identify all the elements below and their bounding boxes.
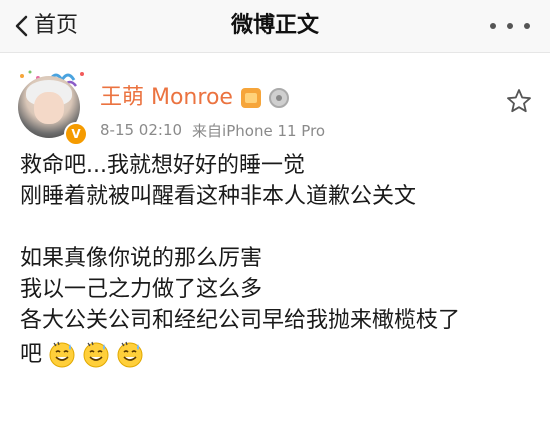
post-text-line: 我以一己之力做了这么多 [20,277,263,302]
weibo-post-page: 首页 微博正文 V 王萌 Monroe 8-15 02:10 来自iPhone … [0,0,550,421]
post-source: 来自iPhone 11 Pro [192,121,326,140]
post-meta: 8-15 02:10 来自iPhone 11 Pro [100,120,325,140]
post-text-line: 各大公关公司和经纪公司早给我抛来橄榄枝了 [20,308,461,333]
post-last-line: 吧 [20,336,535,372]
username-link[interactable]: 王萌 Monroe [100,84,233,112]
sweat-smile-emoji-icon [83,341,109,368]
avatar-container[interactable]: V [14,66,88,146]
dot-icon [524,23,530,29]
sweat-smile-emoji-icon [49,341,75,368]
page-title: 微博正文 [230,13,319,38]
dot-icon [490,23,496,29]
post-text-fragment: 吧 [20,341,43,367]
more-options-button[interactable] [490,16,530,36]
post-text-line: 刚睡着就被叫醒看这种非本人道歉公关文 [20,184,417,209]
post-text-line: 如果真像你说的那么厉害 [20,246,263,271]
verified-badge-icon: V [64,122,88,146]
post-time: 8-15 02:10 [100,121,183,139]
sweat-smile-emoji-icon [117,341,143,368]
username-row: 王萌 Monroe [100,84,289,112]
medal-badge-icon[interactable] [268,88,289,108]
post-text-line: 救命吧...我就想好好的睡一觉 [20,153,305,178]
dot-icon [507,23,513,29]
favorite-star-icon[interactable] [506,88,532,114]
top-navbar: 首页 微博正文 [0,0,550,53]
vip-badge-icon[interactable] [240,88,261,108]
post-content: 救命吧...我就想好好的睡一觉 刚睡着就被叫醒看这种非本人道歉公关文 如果真像你… [20,150,535,372]
